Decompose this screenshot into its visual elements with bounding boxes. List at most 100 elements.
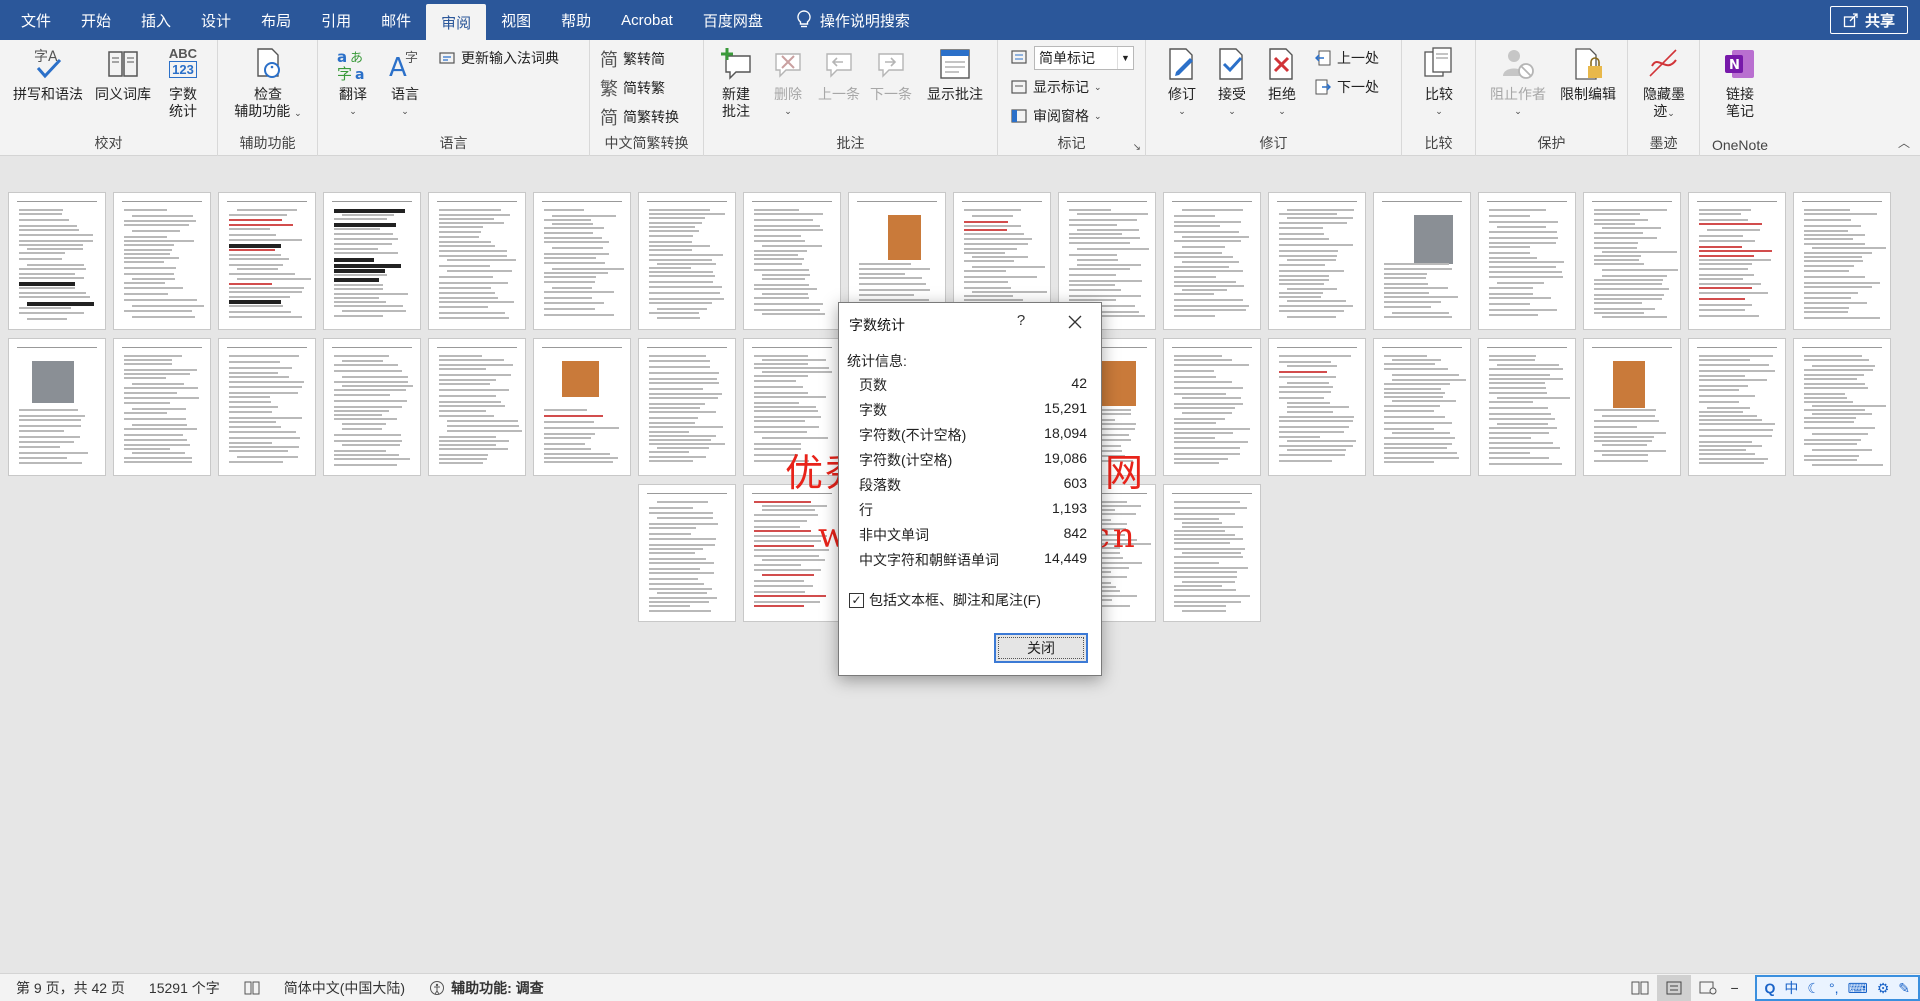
tab-8[interactable]: 视图 bbox=[486, 0, 546, 40]
page-thumbnail[interactable] bbox=[218, 192, 316, 330]
proofing-status[interactable] bbox=[228, 981, 268, 995]
show-comments-button[interactable]: 显示批注 bbox=[920, 46, 990, 103]
previous-comment-button[interactable]: 上一条 bbox=[814, 46, 864, 103]
thesaurus-button[interactable]: 同义词库 bbox=[90, 46, 156, 103]
punctuation-icon[interactable]: °, bbox=[1829, 980, 1839, 996]
ime-mode-indicator[interactable]: 中 bbox=[1784, 978, 1798, 998]
page-thumbnail[interactable] bbox=[113, 338, 211, 476]
tools-icon[interactable]: ✎ bbox=[1898, 980, 1910, 997]
language-button[interactable]: A字 语言 ⌄ bbox=[380, 46, 430, 120]
page-thumbnail[interactable] bbox=[743, 338, 841, 476]
tab-3[interactable]: 设计 bbox=[186, 0, 246, 40]
language-indicator[interactable]: 简体中文(中国大陆) bbox=[268, 978, 413, 998]
help-button[interactable]: ? bbox=[1010, 312, 1032, 329]
collapse-ribbon-icon[interactable]: ︿ bbox=[1898, 134, 1910, 151]
next-comment-button[interactable]: 下一条 bbox=[866, 46, 916, 103]
page-thumbnail[interactable] bbox=[1163, 192, 1261, 330]
page-thumbnail[interactable] bbox=[323, 192, 421, 330]
page-thumbnail[interactable] bbox=[743, 192, 841, 330]
page-thumbnail[interactable] bbox=[323, 338, 421, 476]
tab-1[interactable]: 开始 bbox=[66, 0, 126, 40]
tab-4[interactable]: 布局 bbox=[246, 0, 306, 40]
markup-display-select[interactable]: 简单标记 ▼ bbox=[1034, 46, 1134, 70]
word-count-indicator[interactable]: 15291 个字 bbox=[133, 978, 228, 998]
page-thumbnail[interactable] bbox=[113, 192, 211, 330]
page-thumbnail[interactable] bbox=[1163, 338, 1261, 476]
page-thumbnail[interactable] bbox=[638, 192, 736, 330]
linked-notes-button[interactable]: N 链接 笔记 bbox=[1712, 46, 1768, 120]
show-markup-button[interactable]: 显示标记 ⌄ bbox=[1010, 77, 1102, 97]
compare-button[interactable]: 比较 ⌄ bbox=[1418, 46, 1460, 120]
page-thumbnail[interactable] bbox=[428, 338, 526, 476]
traditional-to-simplified-button[interactable]: 简 繁转简 bbox=[600, 46, 665, 72]
page-thumbnail[interactable] bbox=[638, 484, 736, 622]
tab-10[interactable]: Acrobat bbox=[606, 0, 688, 40]
spelling-grammar-button[interactable]: 字A 拼写和语法 bbox=[10, 46, 86, 103]
page-thumbnail[interactable] bbox=[1583, 192, 1681, 330]
dialog-launcher-icon[interactable]: ↘ bbox=[1133, 142, 1141, 153]
page-thumbnail[interactable] bbox=[743, 484, 841, 622]
share-button[interactable]: 共享 bbox=[1829, 6, 1908, 34]
page-thumbnail[interactable] bbox=[1478, 192, 1576, 330]
tab-6[interactable]: 邮件 bbox=[366, 0, 426, 40]
page-thumbnail[interactable] bbox=[8, 192, 106, 330]
tab-5[interactable]: 引用 bbox=[306, 0, 366, 40]
page-thumbnail[interactable] bbox=[1268, 338, 1366, 476]
tab-2[interactable]: 插入 bbox=[126, 0, 186, 40]
page-thumbnail[interactable] bbox=[533, 338, 631, 476]
tab-7[interactable]: 审阅 bbox=[426, 4, 487, 40]
read-mode-button[interactable] bbox=[1623, 975, 1657, 1001]
hide-ink-button[interactable]: 隐藏墨 迹⌄ bbox=[1638, 46, 1690, 122]
page-text-line bbox=[1699, 445, 1762, 447]
include-textboxes-checkbox[interactable]: ✓ 包括文本框、脚注和尾注(F) bbox=[849, 590, 1041, 610]
ime-toolbar[interactable]: Q 中 ☾ °, ⌨ ⚙ ✎ bbox=[1754, 975, 1920, 1001]
chinese-conversion-button[interactable]: 简 简繁转换 bbox=[600, 104, 679, 130]
page-thumbnail[interactable] bbox=[1373, 338, 1471, 476]
accept-change-button[interactable]: 接受 ⌄ bbox=[1212, 46, 1252, 120]
print-layout-button[interactable] bbox=[1656, 975, 1691, 1001]
update-ime-dictionary-button[interactable]: 更新输入法词典 bbox=[438, 48, 559, 68]
tell-me-search[interactable]: 操作说明搜索 bbox=[778, 0, 910, 40]
page-text-line bbox=[1594, 209, 1667, 211]
page-thumbnail[interactable] bbox=[1478, 338, 1576, 476]
checkbox-icon[interactable]: ✓ bbox=[849, 592, 864, 608]
page-thumbnail[interactable] bbox=[1793, 192, 1891, 330]
page-thumbnail[interactable] bbox=[428, 192, 526, 330]
reject-change-button[interactable]: 拒绝 ⌄ bbox=[1262, 46, 1302, 120]
page-thumbnail[interactable] bbox=[533, 192, 631, 330]
tab-0[interactable]: 文件 bbox=[6, 0, 66, 40]
check-accessibility-button[interactable]: 检查 辅助功能 ⌄ bbox=[230, 46, 306, 122]
next-change-button[interactable]: 下一处 bbox=[1314, 77, 1379, 97]
page-thumbnail[interactable] bbox=[1163, 484, 1261, 622]
settings-icon[interactable]: ⚙ bbox=[1877, 980, 1890, 997]
new-comment-button[interactable]: 新建 批注 bbox=[710, 46, 762, 120]
simplified-to-traditional-button[interactable]: 繁 简转繁 bbox=[600, 75, 665, 101]
dialog-close-button[interactable] bbox=[1061, 309, 1089, 335]
page-thumbnail[interactable] bbox=[638, 338, 736, 476]
page-number-indicator[interactable]: 第 9 页，共 42 页 bbox=[0, 978, 133, 998]
page-thumbnail[interactable] bbox=[1688, 338, 1786, 476]
word-count-button[interactable]: ABC 123 字数 统计 bbox=[160, 46, 206, 120]
keyboard-icon[interactable]: ⌨ bbox=[1847, 980, 1867, 997]
page-thumbnail[interactable] bbox=[1583, 338, 1681, 476]
page-thumbnail[interactable] bbox=[1793, 338, 1891, 476]
restrict-editing-button[interactable]: 限制编辑 bbox=[1554, 46, 1622, 103]
zoom-out-button[interactable]: − bbox=[1725, 975, 1745, 1001]
track-changes-button[interactable]: 修订 ⌄ bbox=[1162, 46, 1202, 120]
page-thumbnail[interactable] bbox=[8, 338, 106, 476]
accessibility-indicator[interactable]: 辅助功能: 调查 bbox=[413, 978, 552, 998]
previous-change-button[interactable]: 上一处 bbox=[1314, 48, 1379, 68]
web-layout-button[interactable] bbox=[1691, 975, 1725, 1001]
block-authors-button[interactable]: 阻止作者 ⌄ bbox=[1486, 46, 1550, 120]
reviewing-pane-button[interactable]: 审阅窗格 ⌄ bbox=[1010, 106, 1102, 126]
page-thumbnail[interactable] bbox=[1688, 192, 1786, 330]
tab-11[interactable]: 百度网盘 bbox=[688, 0, 778, 40]
close-button[interactable]: 关闭 bbox=[994, 633, 1088, 663]
page-thumbnail[interactable] bbox=[1268, 192, 1366, 330]
half-width-moon-icon[interactable]: ☾ bbox=[1807, 980, 1820, 997]
delete-comment-button[interactable]: 删除 ⌄ bbox=[766, 46, 810, 120]
page-thumbnail[interactable] bbox=[1373, 192, 1471, 330]
translate-button[interactable]: aあ字a 翻译 ⌄ bbox=[328, 46, 378, 120]
page-thumbnail[interactable] bbox=[218, 338, 316, 476]
tab-9[interactable]: 帮助 bbox=[546, 0, 606, 40]
